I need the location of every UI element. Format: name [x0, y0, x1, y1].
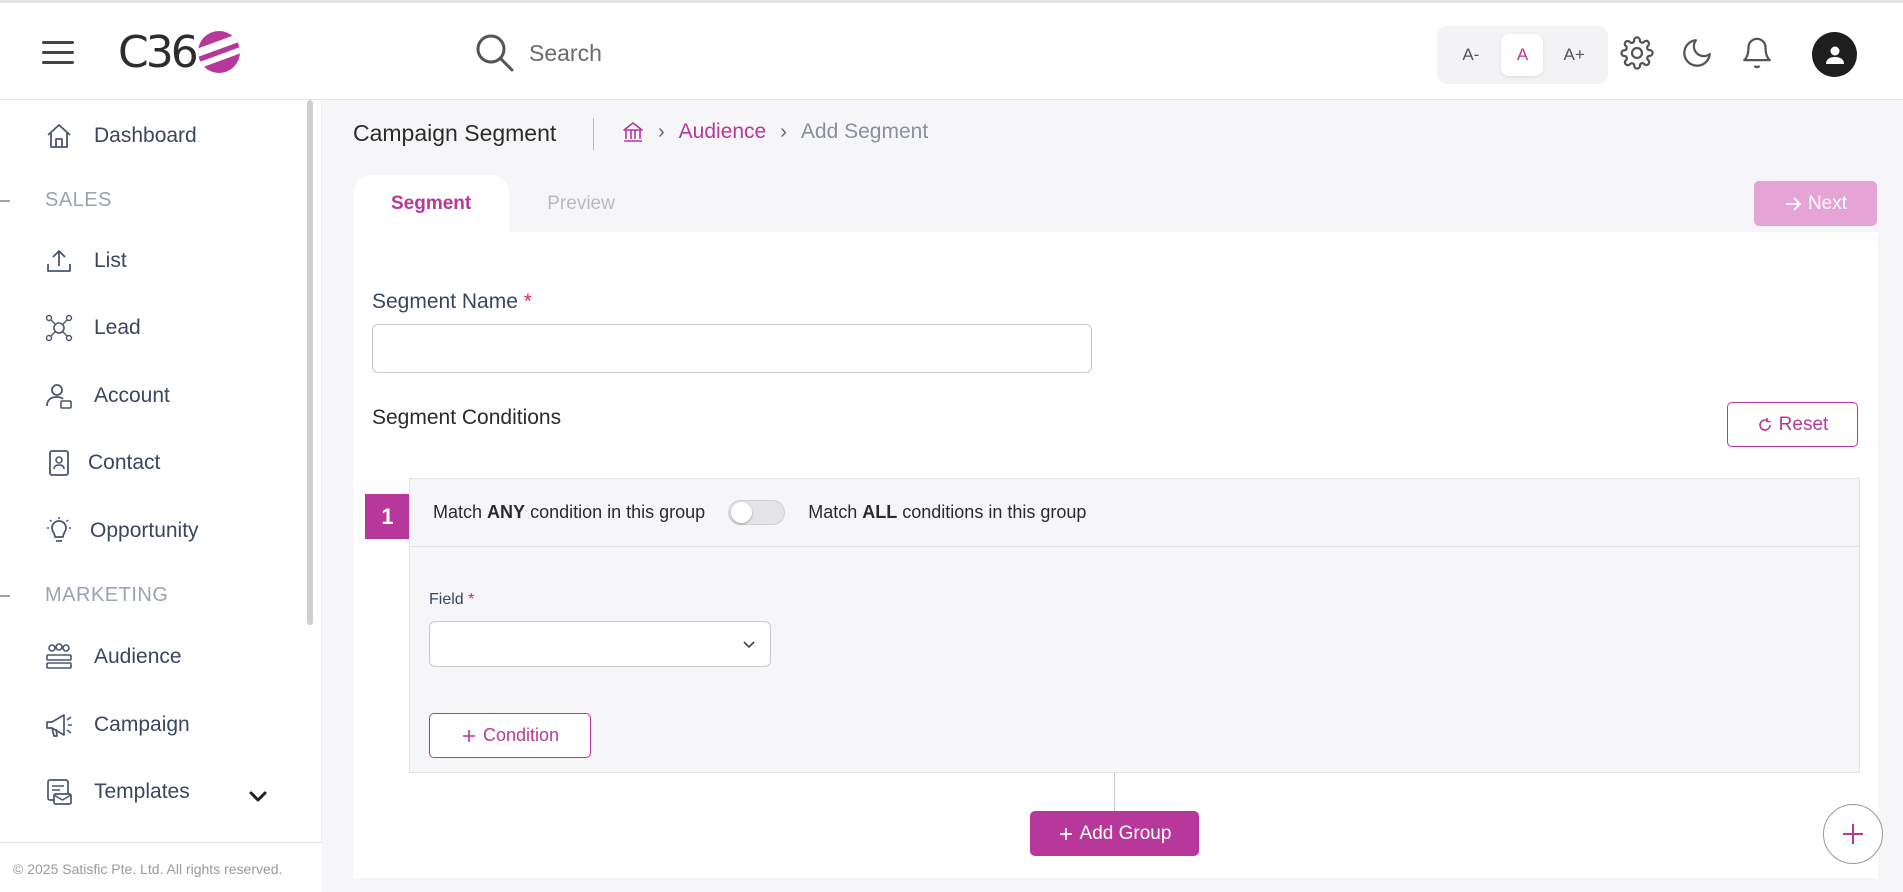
title-divider [593, 118, 594, 150]
megaphone-icon [46, 714, 72, 737]
logo-mark-icon [197, 31, 240, 73]
tab-bar: Segment Preview [353, 175, 653, 232]
section-sales: SALES [0, 189, 112, 212]
audience-icon [46, 643, 72, 669]
segment-conditions-title: Segment Conditions [372, 406, 562, 429]
sidebar-item-label: List [94, 249, 127, 272]
add-group-button[interactable]: Add Group [1030, 811, 1199, 856]
sidebar-item-audience[interactable]: Audience [44, 642, 182, 672]
match-any-text: Match ANY condition in this group [433, 502, 706, 522]
sidebar-item-opportunity[interactable]: Opportunity [44, 516, 199, 546]
sidebar-item-label: Dashboard [94, 124, 197, 147]
logo[interactable]: C36 [118, 26, 240, 78]
search-bar[interactable]: Search [475, 33, 602, 73]
home-icon [47, 124, 71, 148]
breadcrumb: › Audience › Add Segment [622, 120, 928, 144]
match-mode-toggle[interactable] [728, 500, 786, 525]
floating-add-button[interactable] [1823, 804, 1883, 864]
add-condition-button[interactable]: Condition [429, 713, 591, 758]
contact-icon [49, 450, 69, 476]
font-increase-button[interactable]: A+ [1553, 34, 1595, 76]
sidebar-item-lead[interactable]: Lead [44, 313, 141, 343]
sidebar-item-dashboard[interactable]: Dashboard [44, 121, 197, 151]
segment-form-card: Segment Name * Segment Conditions Reset … [353, 232, 1878, 878]
chevron-down-icon[interactable] [248, 787, 268, 807]
sidebar-item-label: Opportunity [90, 519, 199, 542]
arrow-right-icon [1785, 196, 1802, 211]
required-mark: * [523, 290, 532, 313]
font-size-switcher: A- A A+ [1437, 26, 1608, 84]
next-button[interactable]: Next [1754, 181, 1877, 226]
segment-name-input[interactable] [372, 324, 1092, 373]
section-label: MARKETING [45, 584, 169, 606]
page-title: Campaign Segment [353, 120, 557, 146]
reset-button-label: Reset [1778, 413, 1829, 435]
sidebar-item-label: Lead [94, 316, 141, 339]
next-button-label: Next [1807, 192, 1848, 214]
font-default-button[interactable]: A [1501, 34, 1544, 76]
chevron-right-icon: › [658, 120, 665, 143]
gear-icon[interactable] [1620, 36, 1654, 70]
group-number: 1 [365, 494, 410, 539]
network-icon [45, 314, 73, 342]
user-avatar[interactable] [1812, 32, 1857, 77]
add-condition-label: Condition [482, 725, 560, 745]
refresh-icon [1758, 417, 1771, 431]
reset-button[interactable]: Reset [1727, 402, 1858, 447]
search-icon [476, 34, 514, 72]
field-select[interactable] [429, 621, 771, 667]
sidebar: Dashboard SALES List Lead Account Contac… [0, 100, 322, 892]
sidebar-item-label: Contact [88, 451, 161, 474]
sidebar-item-contact[interactable]: Contact [44, 448, 160, 478]
sidebar-item-label: Campaign [94, 713, 190, 736]
plus-icon [1843, 824, 1863, 844]
plus-icon [1059, 827, 1072, 840]
user-icon [1825, 46, 1844, 64]
tab-preview[interactable]: Preview [509, 175, 653, 232]
match-all-text: Match ALL conditions in this group [808, 502, 1087, 522]
sidebar-item-label: Templates [94, 780, 190, 803]
account-icon [46, 384, 72, 409]
bell-icon[interactable] [1740, 36, 1774, 70]
breadcrumb-audience-link[interactable]: Audience [679, 120, 767, 144]
section-label: SALES [45, 189, 112, 211]
field-label: Field * [429, 591, 475, 608]
search-input[interactable]: Search [529, 40, 602, 67]
sidebar-item-campaign[interactable]: Campaign [44, 710, 190, 740]
upload-icon [47, 250, 71, 272]
chevron-right-icon: › [780, 120, 787, 143]
group-match-header: Match ANY condition in this group Match … [410, 479, 1859, 547]
section-marketing: MARKETING [0, 584, 168, 607]
tab-segment[interactable]: Segment [353, 175, 510, 232]
condition-group: Match ANY condition in this group Match … [409, 478, 1860, 773]
sidebar-item-list[interactable]: List [44, 246, 127, 276]
sidebar-item-account[interactable]: Account [44, 381, 170, 411]
logo-text: C36 [118, 26, 199, 78]
sidebar-scrollbar[interactable] [307, 100, 313, 625]
sidebar-item-label: Account [94, 384, 170, 407]
plus-icon [462, 729, 475, 742]
group-connector-line [1114, 773, 1115, 811]
home-icon[interactable] [622, 121, 644, 143]
sidebar-item-label: Audience [94, 645, 182, 668]
font-decrease-button[interactable]: A- [1450, 34, 1492, 76]
top-bar: C36 Search A- A A+ [0, 0, 1903, 100]
bulb-icon [47, 517, 71, 542]
chevron-down-icon [743, 641, 755, 649]
template-icon [47, 779, 72, 805]
menu-icon[interactable] [42, 41, 74, 65]
sidebar-item-templates[interactable]: Templates [44, 777, 190, 807]
add-group-label: Add Group [1079, 822, 1172, 844]
footer-copyright: © 2025 Satisfic Pte. Ltd. All rights res… [0, 842, 322, 892]
moon-icon[interactable] [1680, 36, 1714, 70]
breadcrumb-current: Add Segment [800, 120, 929, 143]
segment-name-label: Segment Name * [372, 290, 532, 313]
required-mark: * [468, 591, 475, 608]
